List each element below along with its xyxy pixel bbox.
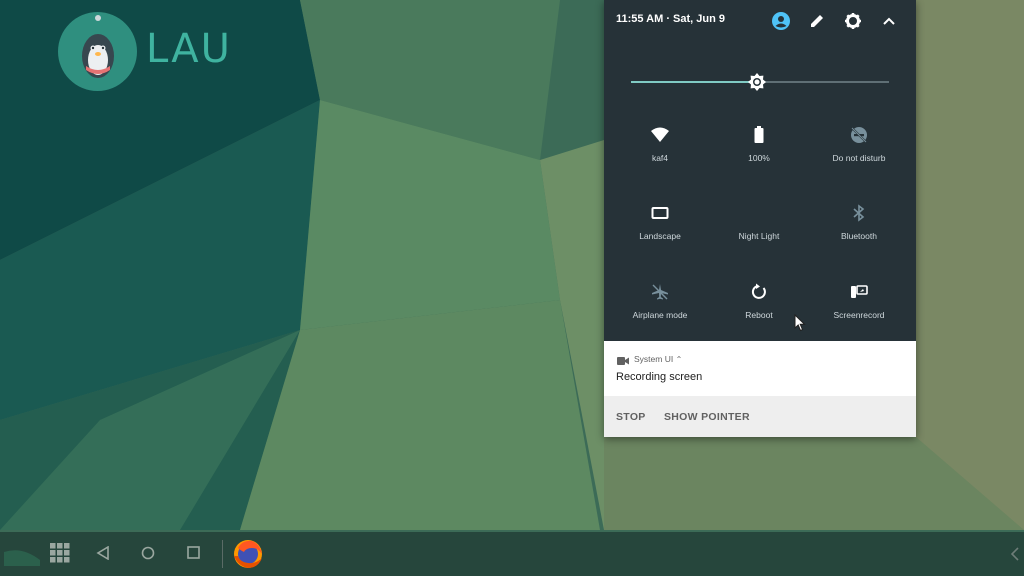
landscape-icon — [650, 203, 670, 223]
quick-settings-panel: 11:55 AM · Sat, Jun 9 kaf4 100% Do not d… — [604, 0, 916, 437]
tile-label: Bluetooth — [841, 231, 877, 241]
battery-icon — [749, 125, 769, 145]
expand-left-chevron-icon[interactable] — [1010, 547, 1020, 561]
settings-gear-icon[interactable] — [843, 11, 863, 31]
recents-square-icon[interactable] — [187, 546, 200, 559]
reboot-icon — [749, 282, 769, 302]
brightness-track-fill — [631, 81, 757, 83]
brightness-slider[interactable] — [631, 70, 889, 94]
tile-label: Airplane mode — [632, 310, 688, 320]
tile-night-light[interactable]: Night Light — [707, 203, 811, 263]
firefox-icon[interactable] — [232, 538, 264, 570]
expand-chevron-icon[interactable]: ⌃ — [676, 355, 683, 364]
tile-label: Night Light — [738, 231, 780, 241]
tile-battery[interactable]: 100% — [707, 125, 811, 185]
tile-label: kaf4 — [651, 153, 669, 163]
brightness-thumb-icon[interactable] — [747, 72, 767, 92]
tile-do-not-disturb[interactable]: Do not disturb — [807, 125, 911, 185]
logo-text: LAU — [146, 26, 232, 72]
time-date: 11:55 AM · Sat, Jun 9 — [616, 13, 726, 25]
mouse-pointer-icon — [794, 313, 806, 332]
stop-button[interactable]: STOP — [616, 411, 646, 423]
notification-actions: STOP SHOW POINTER — [604, 396, 916, 437]
app-drawer-grid-icon[interactable] — [50, 543, 70, 563]
notification-app-label: System UI — [634, 354, 674, 364]
do-not-disturb-icon — [849, 125, 869, 145]
penguin-logo-icon — [58, 12, 137, 91]
notification-title: Recording screen — [616, 371, 703, 383]
user-account-icon[interactable] — [771, 11, 791, 31]
taskbar-corner-shape-icon — [4, 542, 40, 566]
quick-settings-header: 11:55 AM · Sat, Jun 9 — [604, 0, 916, 40]
airplane-icon — [650, 282, 670, 302]
collapse-chevron-up-icon[interactable] — [879, 11, 899, 31]
back-triangle-icon[interactable] — [96, 545, 110, 561]
recording-notification[interactable]: System UI ⌃ Recording screen STOP SHOW P… — [604, 341, 916, 437]
tile-wifi[interactable]: kaf4 — [608, 125, 712, 185]
edit-icon[interactable] — [807, 11, 827, 31]
video-camera-icon — [617, 353, 629, 365]
tile-bluetooth[interactable]: Bluetooth — [807, 203, 911, 263]
tile-landscape[interactable]: Landscape — [608, 203, 712, 263]
quick-settings-top: 11:55 AM · Sat, Jun 9 kaf4 100% Do not d… — [604, 0, 916, 341]
screenrecord-icon — [849, 282, 869, 302]
show-pointer-button[interactable]: SHOW POINTER — [664, 411, 750, 423]
night-light-icon — [749, 203, 769, 223]
bluetooth-icon — [849, 203, 869, 223]
tile-screenrecord[interactable]: Screenrecord — [807, 282, 911, 342]
tile-reboot[interactable]: Reboot — [707, 282, 811, 342]
brightness-track — [757, 81, 889, 83]
home-circle-icon[interactable] — [141, 546, 155, 560]
tile-label: Landscape — [639, 231, 681, 241]
taskbar-divider — [222, 540, 223, 568]
taskbar — [0, 532, 1024, 576]
tile-label: Screenrecord — [833, 310, 885, 320]
wifi-icon — [650, 125, 670, 145]
tile-airplane-mode[interactable]: Airplane mode — [608, 282, 712, 342]
lau-logo: LAU — [58, 12, 238, 92]
notification-app-name: System UI ⌃ — [634, 354, 682, 364]
tile-label: 100% — [748, 153, 770, 163]
tile-label: Do not disturb — [832, 153, 886, 163]
